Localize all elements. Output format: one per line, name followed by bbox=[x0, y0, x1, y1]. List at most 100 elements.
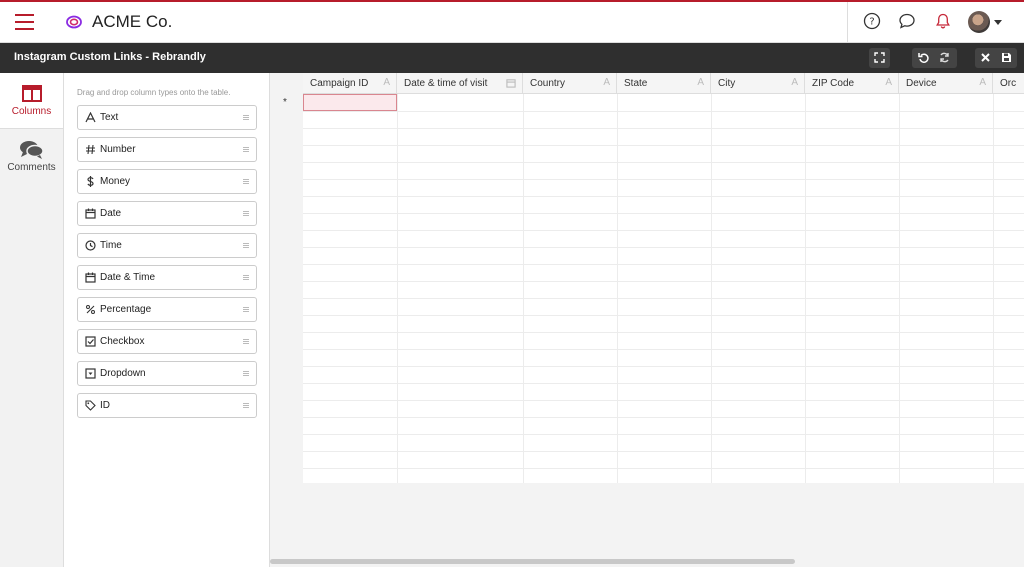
column-type-date[interactable]: Date bbox=[77, 201, 257, 226]
svg-text:?: ? bbox=[869, 17, 874, 28]
scrollbar-thumb[interactable] bbox=[270, 559, 795, 564]
column-type-number[interactable]: Number bbox=[77, 137, 257, 162]
dollar-icon bbox=[87, 176, 94, 187]
menu-icon[interactable] bbox=[15, 14, 34, 30]
user-tools: ? bbox=[847, 2, 1024, 43]
document-titlebar: Instagram Custom Links - Rebrandly bbox=[0, 43, 1024, 73]
text-type-icon: A bbox=[603, 77, 610, 88]
grid-column-line bbox=[397, 94, 398, 483]
column-type-label: Text bbox=[100, 112, 119, 123]
new-row-marker: * bbox=[283, 97, 287, 108]
grid-column-line bbox=[523, 94, 524, 483]
grid-row-line bbox=[303, 145, 1024, 146]
grid-row-line bbox=[303, 400, 1024, 401]
column-type-label: Percentage bbox=[100, 304, 152, 315]
column-type-date-time[interactable]: Date & Time bbox=[77, 265, 257, 290]
calendar-icon bbox=[85, 272, 96, 283]
table-body[interactable] bbox=[303, 94, 1024, 483]
drag-handle-icon bbox=[243, 243, 249, 249]
column-header-label: City bbox=[718, 78, 736, 89]
close-icon[interactable] bbox=[980, 52, 991, 63]
column-type-checkbox[interactable]: Checkbox bbox=[77, 329, 257, 354]
grid-row-line bbox=[303, 162, 1024, 163]
grid-column-line bbox=[617, 94, 618, 483]
user-avatar[interactable] bbox=[968, 11, 990, 33]
column-header-label: Campaign ID bbox=[310, 78, 369, 89]
drag-handle-icon bbox=[243, 115, 249, 121]
rail-item-label: Columns bbox=[11, 106, 52, 117]
column-header[interactable]: Orc bbox=[993, 73, 1024, 93]
column-type-id[interactable]: ID bbox=[77, 393, 257, 418]
column-header[interactable]: Device A bbox=[899, 73, 993, 93]
grid-row-line bbox=[303, 281, 1024, 282]
chat-icon[interactable] bbox=[898, 12, 916, 30]
chevron-down-icon[interactable] bbox=[994, 20, 1002, 25]
clock-icon bbox=[85, 240, 96, 251]
grid-row-line bbox=[303, 366, 1024, 367]
calendar-icon bbox=[506, 79, 516, 88]
checkbox-icon bbox=[85, 336, 96, 347]
page-title: Instagram Custom Links - Rebrandly bbox=[14, 51, 206, 63]
tag-icon bbox=[85, 400, 96, 411]
top-navbar: ACME Co. ? bbox=[0, 0, 1024, 43]
undo-icon[interactable] bbox=[918, 52, 929, 63]
fullscreen-button[interactable] bbox=[869, 48, 890, 68]
table-header: Campaign ID A Date & time of visit Count… bbox=[303, 73, 1024, 94]
column-header[interactable]: State A bbox=[617, 73, 711, 93]
column-type-percentage[interactable]: Percentage bbox=[77, 297, 257, 322]
save-icon[interactable] bbox=[1001, 52, 1012, 63]
column-header-label: Date & time of visit bbox=[404, 78, 488, 89]
logo-icon bbox=[66, 15, 82, 29]
grid-row-line bbox=[303, 247, 1024, 248]
column-type-label: Number bbox=[100, 144, 136, 155]
grid-row-line bbox=[303, 315, 1024, 316]
grid-row-line bbox=[303, 213, 1024, 214]
selected-cell[interactable] bbox=[303, 94, 397, 111]
grid-row-line bbox=[303, 128, 1024, 129]
data-table: * Campaign ID A Date & time of visit Cou… bbox=[270, 73, 1024, 567]
grid-row-line bbox=[303, 196, 1024, 197]
grid-row-line bbox=[303, 383, 1024, 384]
column-header-label: Country bbox=[530, 78, 566, 89]
notification-bell-icon[interactable] bbox=[934, 12, 952, 30]
rail-item-comments[interactable]: Comments bbox=[0, 129, 63, 185]
grid-row-line bbox=[303, 349, 1024, 350]
column-header-label: ZIP Code bbox=[812, 78, 855, 89]
help-icon[interactable]: ? bbox=[863, 12, 881, 30]
grid-row-line bbox=[303, 264, 1024, 265]
refresh-icon[interactable] bbox=[939, 52, 950, 63]
grid-row-line bbox=[303, 434, 1024, 435]
text-type-icon: A bbox=[791, 77, 798, 88]
column-header[interactable]: City A bbox=[711, 73, 805, 93]
column-header[interactable]: ZIP Code A bbox=[805, 73, 899, 93]
drag-handle-icon bbox=[243, 339, 249, 345]
text-type-icon: A bbox=[885, 77, 892, 88]
drag-handle-icon bbox=[243, 371, 249, 377]
column-type-label: Time bbox=[100, 240, 122, 251]
column-type-label: Date & Time bbox=[100, 272, 156, 283]
grid-row-line bbox=[303, 332, 1024, 333]
column-type-label: Date bbox=[100, 208, 122, 219]
drag-handle-icon bbox=[243, 211, 249, 217]
grid-row-line bbox=[303, 468, 1024, 469]
column-type-label: ID bbox=[100, 400, 110, 411]
text-type-icon: A bbox=[697, 77, 704, 88]
drag-handle-icon bbox=[243, 307, 249, 313]
column-header[interactable]: Date & time of visit bbox=[397, 73, 523, 93]
column-header[interactable]: Campaign ID A bbox=[303, 73, 397, 93]
drag-handle-icon bbox=[243, 179, 249, 185]
hash-icon bbox=[86, 144, 95, 155]
column-type-time[interactable]: Time bbox=[77, 233, 257, 258]
column-header-label: State bbox=[624, 78, 648, 89]
column-type-money[interactable]: Money bbox=[77, 169, 257, 194]
horizontal-scrollbar[interactable] bbox=[270, 559, 1024, 564]
columns-icon bbox=[22, 85, 42, 102]
column-header[interactable]: Country A bbox=[523, 73, 617, 93]
column-type-dropdown[interactable]: Dropdown bbox=[77, 361, 257, 386]
left-rail: Columns Comments bbox=[0, 73, 64, 567]
column-type-label: Dropdown bbox=[100, 368, 146, 379]
rail-item-columns[interactable]: Columns bbox=[0, 73, 63, 129]
comments-icon bbox=[20, 141, 44, 159]
grid-column-line bbox=[711, 94, 712, 483]
column-type-text[interactable]: Text bbox=[77, 105, 257, 130]
